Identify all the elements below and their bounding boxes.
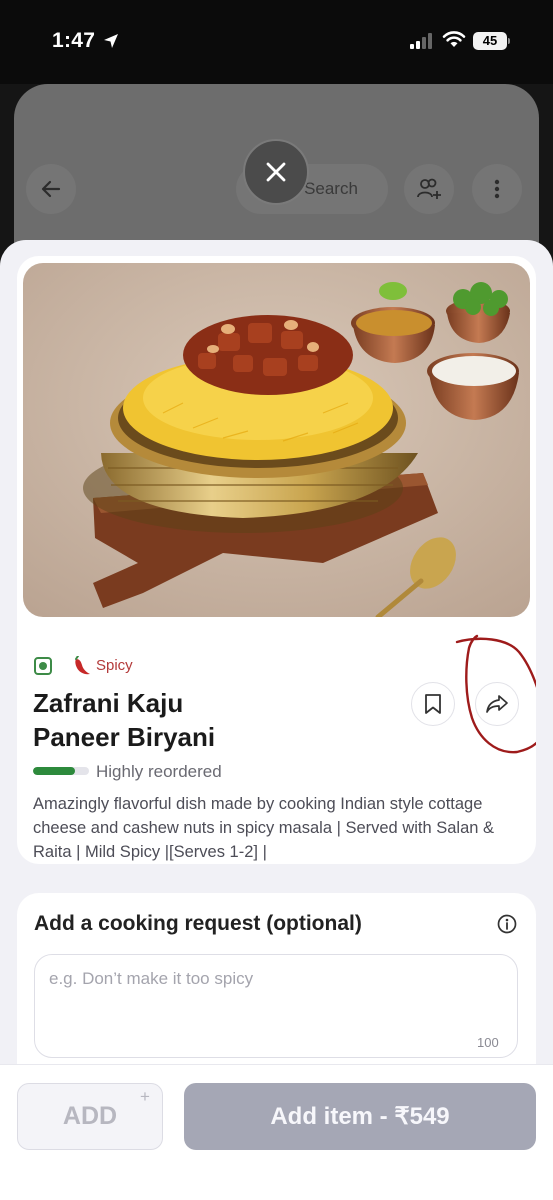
dish-image — [23, 263, 530, 617]
biryani-photo — [23, 263, 530, 617]
arrow-left-icon — [41, 180, 61, 198]
dish-name: Zafrani Kaju Paneer Biryani — [33, 686, 333, 754]
cellular-signal-icon — [410, 33, 432, 49]
wifi-icon — [442, 31, 466, 47]
char-limit-counter: 100 — [477, 1035, 499, 1050]
battery-indicator: 45 — [473, 32, 507, 50]
add-button-label: ADD — [62, 1102, 118, 1130]
reorder-progress-fill — [33, 767, 75, 775]
bottom-action-bar: ADD + Add item - ₹549 — [0, 1064, 553, 1200]
more-vertical-icon — [494, 179, 500, 199]
add-plus-icon: + — [140, 1087, 150, 1106]
info-icon[interactable] — [497, 914, 517, 934]
dish-description: Amazingly flavorful dish made by cooking… — [33, 795, 495, 861]
close-button[interactable] — [243, 139, 309, 205]
close-icon — [266, 162, 286, 182]
bookmark-icon — [425, 694, 441, 714]
dish-name-line-1: Zafrani Kaju — [33, 688, 184, 718]
dish-card: Spicy Zafrani Kaju Paneer Biryani Highly… — [17, 256, 536, 864]
item-details-sheet: Spicy Zafrani Kaju Paneer Biryani Highly… — [0, 240, 553, 1200]
cooking-request-input[interactable] — [34, 954, 518, 1058]
back-button — [26, 164, 76, 214]
add-item-label: Add item - ₹549 — [270, 1103, 450, 1130]
bookmark-button[interactable] — [411, 682, 455, 726]
dish-name-line-2: Paneer Biryani — [33, 722, 216, 752]
more-options-button — [472, 164, 522, 214]
add-group-icon — [417, 178, 441, 199]
reorder-label: Highly reordered — [96, 762, 222, 781]
cooking-request-title: Add a cooking request (optional) — [34, 912, 362, 935]
search-label: Search — [304, 179, 358, 198]
battery-tip — [508, 38, 510, 44]
cooking-request-card: Add a cooking request (optional) 100 — [17, 893, 536, 1093]
chili-icon — [75, 656, 90, 675]
location-arrow-icon — [104, 34, 118, 48]
share-arrow-icon — [486, 695, 508, 713]
veg-indicator-icon — [34, 657, 52, 675]
add-item-button[interactable]: Add item - ₹549 — [184, 1083, 536, 1150]
status-bar: 1:47 45 — [0, 0, 553, 84]
reorder-progress-bar — [33, 767, 89, 775]
group-order-button — [404, 164, 454, 214]
status-time: 1:47 — [52, 29, 96, 52]
spicy-tag: Spicy — [96, 657, 133, 674]
share-button[interactable] — [475, 682, 519, 726]
